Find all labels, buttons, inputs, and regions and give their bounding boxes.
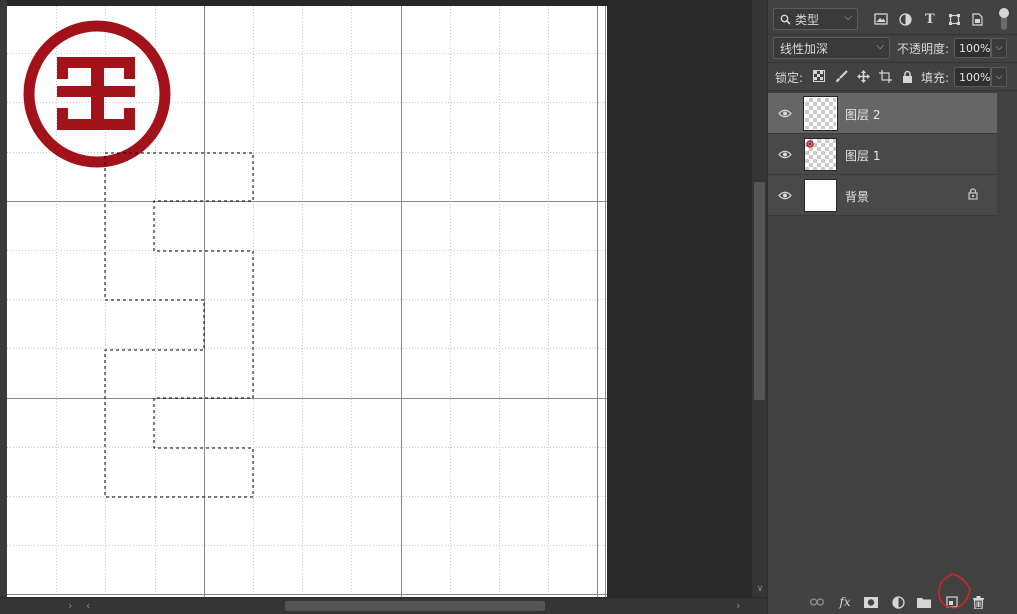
- scroll-down-arrow-icon[interactable]: ∨: [755, 585, 765, 594]
- document-canvas[interactable]: [7, 6, 607, 597]
- layer-thumbnail: [803, 96, 838, 131]
- selection-marquee: [104, 152, 254, 498]
- layers-panel-toolbar: fx: [768, 573, 1017, 614]
- search-icon: [780, 14, 791, 25]
- blend-mode-label: 线性加深: [780, 41, 829, 56]
- canvas-artwork: [7, 6, 607, 597]
- vertical-scrollbar[interactable]: ∨: [751, 0, 767, 597]
- chevron-down-icon: ⌵: [876, 41, 884, 52]
- lock-artboard-icon[interactable]: [876, 67, 894, 85]
- chevron-down-icon: ⌵: [844, 12, 852, 23]
- lock-transparent-pixels-icon[interactable]: [810, 67, 828, 85]
- visibility-eye-icon[interactable]: [777, 106, 793, 120]
- group-folder-icon[interactable]: [915, 593, 933, 611]
- canvas-workspace[interactable]: [0, 0, 751, 597]
- fill-dropdown-icon[interactable]: ⌵: [991, 67, 1007, 87]
- lock-image-pixels-brush-icon[interactable]: [832, 67, 850, 85]
- divider: [768, 34, 1017, 35]
- lock-position-move-icon[interactable]: [854, 67, 872, 85]
- filter-toggle-switch[interactable]: [999, 8, 1009, 30]
- opacity-value: 100%: [959, 41, 991, 55]
- link-layers-icon[interactable]: [808, 593, 826, 611]
- fill-label: 填充:: [921, 71, 950, 85]
- opacity-dropdown-icon[interactable]: ⌵: [991, 38, 1007, 58]
- layer-row[interactable]: 图层 1: [768, 134, 997, 175]
- fill-value: 100%: [959, 70, 991, 84]
- lock-all-icon[interactable]: [898, 67, 916, 85]
- visibility-eye-icon[interactable]: [777, 147, 793, 161]
- panel-expand-arrow-icon[interactable]: ›: [68, 599, 72, 613]
- horizontal-scrollbar[interactable]: › ‹ ›: [0, 597, 767, 614]
- layers-panel: 类型 ⌵ T 线性加深 ⌵ 不透明度: 100% ⌵ 锁定: 填充: 100% …: [767, 0, 1017, 614]
- filter-adjustment-icon[interactable]: [896, 10, 914, 28]
- adjustment-layer-icon[interactable]: [889, 593, 907, 611]
- visibility-eye-icon[interactable]: [777, 188, 793, 202]
- vertical-scroll-thumb[interactable]: [754, 182, 765, 400]
- layer-name: 图层 2: [845, 108, 881, 122]
- layer-row[interactable]: 图层 2: [768, 93, 997, 134]
- layer-name: 背景: [845, 190, 870, 204]
- lock-label: 锁定:: [775, 71, 804, 85]
- scroll-right-arrow-icon[interactable]: ›: [736, 599, 740, 613]
- layer-lock-icon: [968, 188, 978, 203]
- annotation-highlight-circle: [938, 573, 971, 609]
- filter-pixel-icon[interactable]: [872, 10, 890, 28]
- divider: [768, 62, 1017, 63]
- filter-smart-object-icon[interactable]: [968, 10, 986, 28]
- layer-mask-icon[interactable]: [862, 593, 880, 611]
- logo-thumbnail-icon: [806, 140, 814, 148]
- layer-name: 图层 1: [845, 149, 881, 163]
- layer-thumbnail: [804, 138, 837, 171]
- filter-shape-icon[interactable]: [945, 10, 963, 28]
- horizontal-scroll-thumb[interactable]: [285, 601, 545, 611]
- scroll-left-arrow-icon[interactable]: ‹: [86, 599, 90, 613]
- layer-row[interactable]: 背景: [768, 175, 997, 216]
- filter-kind-label: 类型: [795, 12, 820, 27]
- fx-icon[interactable]: fx: [836, 593, 854, 611]
- workspace-edge: [0, 0, 7, 597]
- fill-field[interactable]: 100% ⌵: [954, 67, 1007, 87]
- divider: [768, 90, 1017, 91]
- layer-thumbnail: [804, 179, 837, 212]
- opacity-field[interactable]: 100% ⌵: [954, 38, 1007, 58]
- blend-mode-select[interactable]: 线性加深 ⌵: [773, 37, 890, 59]
- icbc-logo: [23, 20, 171, 168]
- filter-type-icon[interactable]: T: [921, 10, 939, 28]
- layer-filter-select[interactable]: 类型 ⌵: [773, 8, 858, 30]
- opacity-label: 不透明度:: [897, 42, 950, 56]
